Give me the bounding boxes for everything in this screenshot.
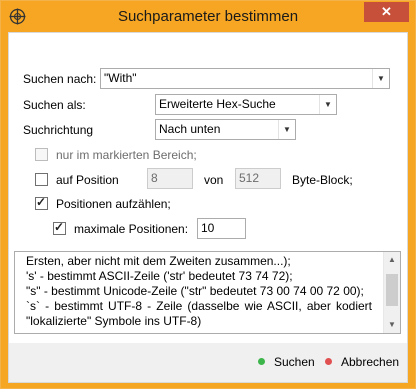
dialog-footer: Suchen Abbrechen (9, 343, 407, 382)
block-size-field[interactable]: 512 (235, 168, 281, 189)
block-size-value: 512 (239, 171, 260, 185)
chevron-down-icon[interactable]: ▼ (372, 69, 389, 88)
help-line: Ersten, aber nicht mit dem Zweiten zusam… (26, 254, 291, 268)
arrow-down-icon[interactable]: ▼ (384, 317, 400, 333)
red-dot-icon (325, 358, 332, 365)
direction-label: Suchrichtung (23, 123, 94, 137)
max-positions-value: 10 (201, 221, 215, 235)
cancel-button[interactable]: Abbrechen (325, 355, 399, 371)
dialog-window: Suchparameter bestimmen ✕ Suchen nach: "… (0, 0, 416, 389)
search-combobox[interactable]: "With" ▼ (100, 68, 390, 89)
window-title: Suchparameter bestimmen (117, 8, 299, 25)
dialog-body: Suchen nach: "With" ▼ Suchen als: Erweit… (8, 32, 408, 383)
help-line: "s" - bestimmt Unicode-Zeile ("str" bede… (26, 284, 364, 298)
checkmark-icon: ✓ (54, 220, 65, 234)
search-as-select[interactable]: Erweiterte Hex-Suche ▼ (155, 94, 337, 115)
search-as-value: Erweiterte Hex-Suche (159, 97, 276, 111)
position-field[interactable]: 8 (147, 168, 193, 189)
help-line: 's' - bestimmt ASCII-Zeile ('str' bedeut… (26, 269, 293, 283)
list-positions-checkbox[interactable]: ✓ (35, 195, 48, 210)
search-as-label: Suchen als: (23, 98, 86, 112)
direction-value: Nach unten (159, 122, 221, 136)
green-dot-icon (258, 358, 265, 365)
max-positions-label: maximale Positionen: (74, 222, 189, 236)
search-button[interactable]: Suchen (258, 355, 315, 371)
chevron-down-icon[interactable]: ▼ (278, 120, 295, 139)
position-value: 8 (151, 171, 158, 185)
search-button-label: Suchen (274, 355, 315, 369)
only-selection-checkbox[interactable] (35, 148, 48, 161)
max-positions-checkbox[interactable]: ✓ (53, 220, 66, 235)
vertical-scrollbar[interactable]: ▲ ▼ (383, 252, 400, 333)
at-position-checkbox[interactable] (35, 173, 48, 186)
list-positions-label: Positionen aufzählen; (56, 197, 171, 211)
help-line: `s` - bestimmt UTF-8 - Zeile (dasselbe w… (26, 299, 372, 313)
search-value: "With" (104, 71, 137, 85)
at-position-label: auf Position (56, 173, 119, 187)
of-label: von (204, 173, 224, 187)
title-bar[interactable]: Suchparameter bestimmen ✕ (1, 1, 415, 32)
search-label: Suchen nach: (23, 72, 97, 86)
scrollbar-thumb[interactable] (386, 274, 398, 306)
block-unit-label: Byte-Block; (292, 173, 353, 187)
max-positions-field[interactable]: 10 (197, 218, 246, 239)
direction-select[interactable]: Nach unten ▼ (155, 119, 296, 140)
chevron-down-icon[interactable]: ▼ (319, 95, 336, 114)
help-text-area[interactable]: Ersten, aber nicht mit dem Zweiten zusam… (14, 251, 401, 334)
cancel-button-label: Abbrechen (341, 355, 400, 369)
close-button[interactable]: ✕ (364, 2, 409, 22)
arrow-up-icon[interactable]: ▲ (384, 252, 400, 268)
checkmark-icon: ✓ (36, 195, 47, 209)
only-selection-label: nur im markierten Bereich; (56, 148, 197, 162)
help-line: "lokalizierte" Symbole ins UTF-8) (26, 314, 202, 328)
